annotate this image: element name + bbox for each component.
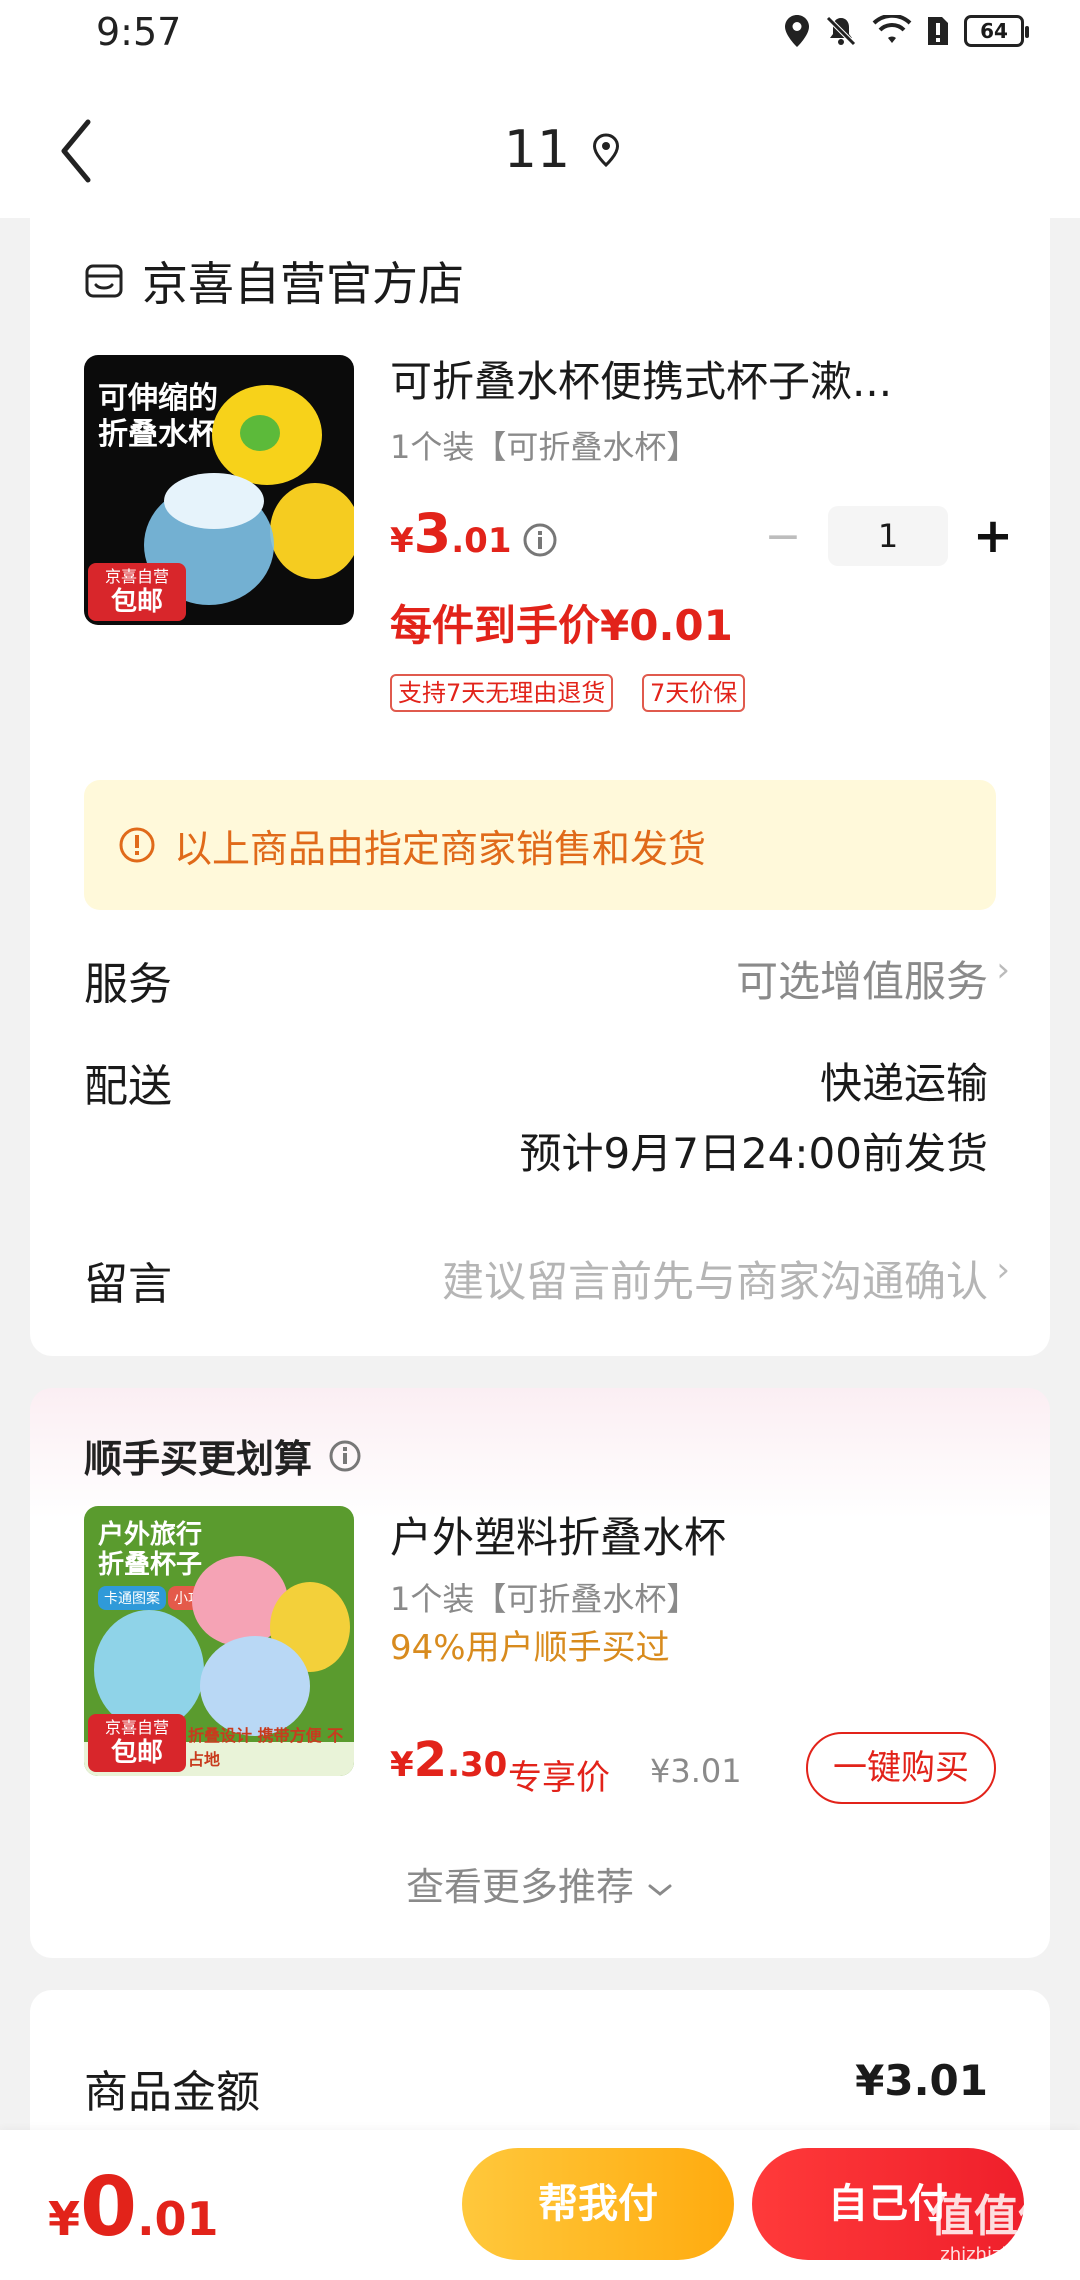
watermark: 值值值 zhizhizhi.com — [930, 2191, 1062, 2265]
product-image-title: 可伸缩的 折叠水杯 — [98, 381, 218, 452]
original-price: ¥3.01 — [650, 1752, 742, 1790]
delivery-estimate: 预计9月7日24:00前发货 — [519, 1129, 988, 1178]
status-bar: 9:57 64 — [0, 0, 1080, 80]
location-icon — [785, 15, 809, 47]
recommend-info-icon[interactable] — [328, 1439, 362, 1473]
checkout-bar: ¥0.01 帮我付 自己付 — [0, 2130, 1080, 2280]
product-spec[interactable]: 1个装【可折叠水杯】 — [390, 422, 698, 468]
quantity-stepper: − 1 + — [758, 506, 1018, 566]
goods-amount-label: 商品金额 — [84, 2067, 260, 2118]
message-chevron-icon[interactable]: › — [996, 1250, 1010, 1290]
seller-notice-text: 以上商品由指定商家销售和发货 — [174, 826, 707, 871]
service-value[interactable]: 可选增值服务 — [736, 948, 988, 1009]
service-chevron-icon[interactable]: › — [996, 950, 1010, 990]
product-image-tag: 京喜自营 包邮 — [88, 563, 186, 621]
recommend-product-spec[interactable]: 1个装【可折叠水杯】 — [390, 1574, 698, 1620]
address-label: 11 — [503, 120, 571, 180]
recommend-title: 顺手买更划算 — [84, 1428, 362, 1483]
battery-icon: 64 — [964, 15, 1029, 47]
message-input[interactable]: 建议留言前先与商家沟通确认 — [442, 1248, 988, 1309]
info-icon — [119, 827, 155, 863]
seller-notice: 以上商品由指定商家销售和发货 — [84, 780, 996, 910]
shop-name: 京喜自营官方店 — [142, 257, 464, 311]
shop-header[interactable]: 京喜自营官方店 — [84, 248, 464, 314]
chevron-down-icon — [648, 1884, 672, 1896]
location-pin-icon — [593, 133, 620, 167]
exclusive-price-label: 专享价 — [508, 1758, 610, 1798]
product-image[interactable]: 可伸缩的 折叠水杯 京喜自营 包邮 — [84, 355, 354, 625]
delivery-label: 配送 — [84, 1061, 172, 1112]
status-icons: 64 — [784, 14, 1029, 48]
recommend-social-proof: 94%用户顺手买过 — [390, 1628, 670, 1668]
recommend-image-tag: 京喜自营 包邮 — [88, 1714, 186, 1772]
message-label: 留言 — [84, 1259, 172, 1310]
more-recommendations-link[interactable]: 查看更多推荐 — [30, 1856, 1050, 1911]
product-price: ¥3.01 — [390, 502, 512, 565]
quantity-decrease-button[interactable]: − — [758, 511, 808, 562]
wifi-icon — [872, 15, 912, 43]
goods-amount-value: ¥3.01 — [855, 2056, 988, 2105]
total-price: ¥0.01 — [48, 2160, 219, 2255]
mute-bell-icon — [826, 16, 856, 46]
price-info-icon[interactable] — [522, 522, 558, 558]
recommend-image-title: 户外旅行 折叠杯子 — [98, 1520, 203, 1580]
nav-bar: 11 — [0, 80, 1080, 218]
recommend-product-image[interactable]: 户外旅行折叠杯子 卡通图案 小巧便携 折叠设计 携带方便 不占地 京喜自营 包邮 — [84, 1506, 354, 1776]
service-label: 服务 — [84, 959, 172, 1010]
recommend-product-title[interactable]: 户外塑料折叠水杯 — [390, 1504, 990, 1565]
shop-icon — [85, 264, 123, 298]
recommend-card: 顺手买更划算 户外旅行折叠杯子 卡通图案 小巧便携 折叠设计 携带方便 不占地 … — [30, 1388, 1050, 1958]
delivery-method: 快递运输 — [819, 1059, 988, 1108]
order-card: 京喜自营官方店 可伸缩的 折叠水杯 京喜自营 包邮 可折叠水杯便携式杯子漱... … — [30, 218, 1050, 1356]
help-me-pay-button[interactable]: 帮我付 — [462, 2148, 734, 2260]
arrival-price: 每件到手价¥0.01 — [390, 601, 733, 650]
nav-title[interactable]: 11 — [0, 120, 1080, 180]
sim-alert-icon — [928, 17, 948, 45]
product-title[interactable]: 可折叠水杯便携式杯子漱... — [390, 348, 1000, 409]
recommend-price: ¥2.30 — [390, 1732, 508, 1788]
quantity-value[interactable]: 1 — [828, 506, 948, 566]
quantity-increase-button[interactable]: + — [968, 508, 1018, 564]
one-click-buy-button[interactable]: 一键购买 — [806, 1732, 996, 1804]
status-time: 9:57 — [96, 10, 182, 54]
return-policy-badge: 支持7天无理由退货 — [390, 674, 614, 712]
price-protect-badge: 7天价保 — [642, 674, 746, 712]
